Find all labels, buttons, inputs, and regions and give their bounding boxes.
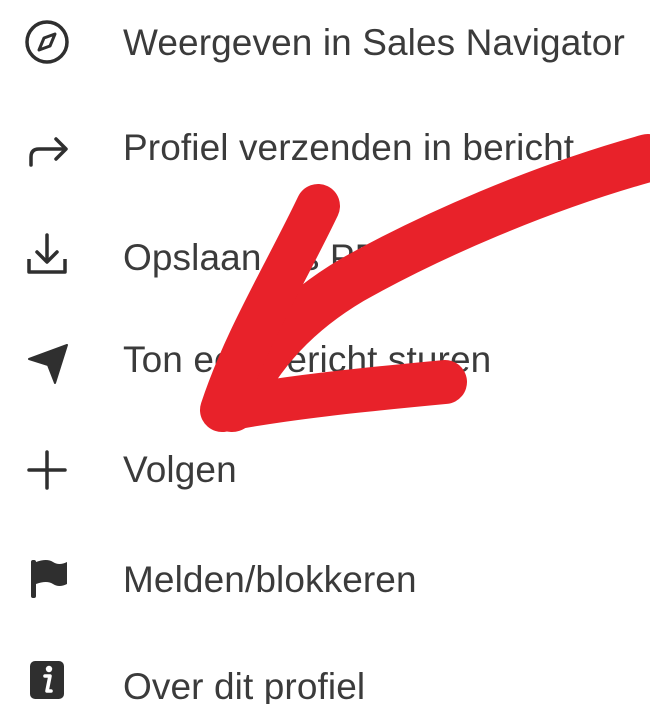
menu-item-label: Opslaan als PDF <box>123 237 405 278</box>
plus-icon <box>17 440 77 500</box>
send-icon <box>17 329 77 389</box>
share-arrow-icon <box>17 119 77 179</box>
menu-item-send-message[interactable]: Ton een bericht sturen <box>0 323 650 423</box>
download-icon <box>17 225 77 285</box>
menu-item-label: Profiel verzenden in bericht <box>123 127 575 168</box>
menu-item-label: Weergeven in Sales Navigator <box>123 22 625 63</box>
profile-more-menu: Weergeven in Sales Navigator Profiel ver… <box>0 0 650 704</box>
info-icon <box>17 650 77 704</box>
menu-item-view-in-sales-navigator[interactable]: Weergeven in Sales Navigator <box>0 0 650 100</box>
menu-item-label: Melden/blokkeren <box>123 559 417 600</box>
flag-icon <box>17 548 77 608</box>
menu-item-label: Over dit profiel <box>123 666 366 704</box>
menu-item-label: Ton een bericht sturen <box>123 339 492 380</box>
menu-item-save-as-pdf[interactable]: Opslaan als PDF <box>0 213 650 313</box>
menu-item-about-profile[interactable]: Over dit profiel <box>0 604 650 704</box>
compass-icon <box>17 12 77 72</box>
menu-item-label: Volgen <box>123 449 237 490</box>
menu-item-follow[interactable]: Volgen <box>0 432 650 532</box>
menu-item-send-profile-in-message[interactable]: Profiel verzenden in bericht <box>0 105 650 205</box>
